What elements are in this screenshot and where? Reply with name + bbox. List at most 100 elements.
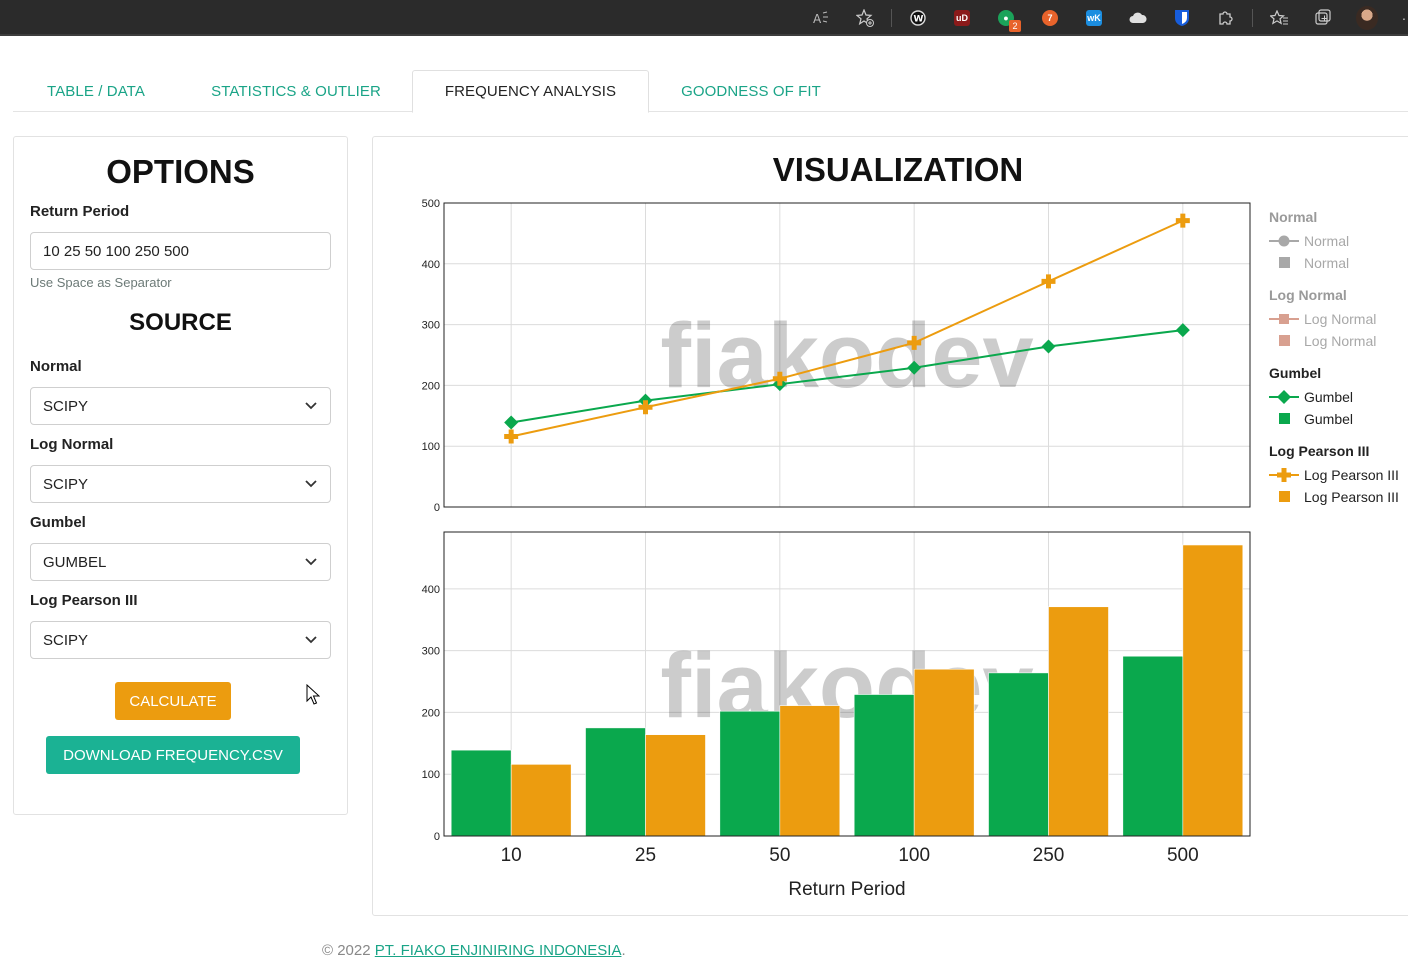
bar-gumbel: [988, 672, 1049, 837]
line-chart-y-tick-label: 500: [422, 198, 440, 210]
legend-item-line[interactable]: Normal: [1269, 232, 1349, 250]
chevron-down-icon: [304, 633, 318, 647]
legend-bar-symbol: [1269, 410, 1299, 428]
legend-line-symbol: [1269, 466, 1299, 484]
read-aloud-icon[interactable]: A: [810, 7, 832, 29]
tab-bar: TABLE / DATA STATISTICS & OUTLIER FREQUE…: [13, 70, 1408, 113]
x-axis-label: Return Period: [788, 879, 905, 900]
source-title: SOURCE: [129, 309, 232, 336]
chevron-down-icon: [304, 555, 318, 569]
footer-suffix: .: [621, 942, 626, 959]
legend-bar-symbol: [1269, 488, 1299, 506]
cloud-icon[interactable]: [1127, 7, 1149, 29]
download-frequency-button[interactable]: DOWNLOAD FREQUENCY.CSV: [46, 736, 300, 774]
bar-log-pearson-iii: [913, 668, 975, 837]
tab-goodness-of-fit[interactable]: GOODNESS OF FIT: [665, 70, 837, 112]
line-marker-gumbel: [1041, 339, 1056, 354]
legend-item-line[interactable]: Gumbel: [1269, 388, 1353, 406]
collections-icon[interactable]: [1312, 7, 1334, 29]
return-period-value: 10 25 50 100 250 500: [43, 242, 189, 260]
profile-avatar[interactable]: [1356, 6, 1378, 30]
bar-gumbel: [585, 727, 646, 837]
extensions-puzzle-icon[interactable]: [1215, 7, 1237, 29]
bar-log-pearson-iii: [1182, 544, 1244, 837]
browser-icons: A W uD ● 2 7 wK ·: [799, 0, 1408, 36]
normal-source-select[interactable]: SCIPY: [30, 387, 331, 425]
line-marker-log-pearson-iii: [1175, 213, 1190, 228]
legend-bar-symbol: [1269, 254, 1299, 272]
tab-statistics-outlier[interactable]: STATISTICS & OUTLIER: [193, 70, 399, 112]
extension-w-icon[interactable]: W: [907, 7, 929, 29]
legend-item-bar[interactable]: Log Pearson III: [1269, 488, 1399, 506]
legend-item-line[interactable]: Log Normal: [1269, 310, 1376, 328]
legend-label: Log Normal: [1304, 333, 1377, 349]
logpearson-source-select[interactable]: SCIPY: [30, 621, 331, 659]
tab-frequency-analysis[interactable]: FREQUENCY ANALYSIS: [412, 70, 649, 113]
bitwarden-icon[interactable]: [1171, 7, 1193, 29]
chevron-down-icon: [304, 399, 318, 413]
legend-item-line[interactable]: Log Pearson III: [1269, 466, 1399, 484]
x-tick-label: 500: [1167, 845, 1199, 866]
legend-group-title: Log Pearson III: [1269, 443, 1370, 459]
extension-orange-icon[interactable]: 7: [1039, 7, 1061, 29]
return-period-hint: Use Space as Separator: [30, 275, 172, 290]
line-chart-y-tick-label: 100: [422, 441, 440, 453]
bar-gumbel: [450, 749, 512, 837]
bar-log-pearson-iii: [510, 764, 572, 837]
bar-log-pearson-iii: [645, 734, 706, 837]
bar-chart-y-tick-label: 300: [422, 646, 440, 658]
legend-label: Gumbel: [1304, 389, 1354, 405]
options-panel: OPTIONS Return Period 10 25 50 100 250 5…: [13, 136, 348, 815]
normal-source-value: SCIPY: [43, 397, 89, 415]
browser-toolbar: A W uD ● 2 7 wK ·: [0, 0, 1408, 36]
bar-chart-y-tick-label: 0: [434, 831, 440, 843]
return-period-input[interactable]: 10 25 50 100 250 500: [30, 232, 331, 270]
extension-green-icon[interactable]: ● 2: [995, 7, 1021, 32]
line-chart-y-tick-label: 300: [422, 320, 440, 332]
bar-chart-y-tick-label: 400: [422, 584, 440, 596]
extension-blue-icon[interactable]: wK: [1083, 7, 1105, 29]
normal-source-label: Normal: [30, 358, 82, 375]
line-marker-log-pearson-iii: [1041, 274, 1056, 289]
logpearson-source-value: SCIPY: [43, 631, 89, 649]
legend-item-bar[interactable]: Log Normal: [1269, 332, 1376, 350]
lognormal-source-label: Log Normal: [30, 436, 114, 453]
footer-company-link[interactable]: PT. FIAKO ENJINIRING INDONESIA: [375, 942, 622, 959]
lognormal-source-value: SCIPY: [43, 475, 89, 493]
mouse-cursor-icon: [306, 684, 320, 705]
legend-label: Log Pearson III: [1304, 467, 1399, 483]
gumbel-source-select[interactable]: GUMBEL: [30, 543, 331, 581]
calculate-button[interactable]: CALCULATE: [115, 682, 231, 720]
line-chart-y-tick-label: 200: [422, 380, 440, 392]
line-chart-y-tick-label: 0: [434, 502, 440, 514]
gumbel-source-label: Gumbel: [30, 514, 86, 531]
frequency-charts: 0100200300400500fiakodev0100200300400fia…: [422, 198, 1251, 900]
legend-bar-symbol: [1269, 332, 1299, 350]
options-title: OPTIONS: [106, 153, 255, 190]
legend-label: Normal: [1304, 255, 1350, 271]
legend-label: Log Pearson III: [1304, 489, 1399, 505]
toolbar-separator: [1252, 9, 1253, 27]
tab-table-data[interactable]: TABLE / DATA: [13, 70, 179, 112]
x-tick-label: 100: [898, 845, 930, 866]
favorites-icon[interactable]: [1268, 7, 1290, 29]
x-tick-label: 50: [769, 845, 790, 866]
more-menu-icon[interactable]: ·: [1400, 7, 1408, 29]
bar-chart-y-tick-label: 200: [422, 707, 440, 719]
legend-line-symbol: [1269, 310, 1299, 328]
x-tick-label: 10: [501, 845, 522, 866]
lognormal-source-select[interactable]: SCIPY: [30, 465, 331, 503]
logpearson-source-label: Log Pearson III: [30, 592, 138, 609]
chevron-down-icon: [304, 477, 318, 491]
favorite-add-icon[interactable]: [854, 7, 876, 29]
line-marker-gumbel: [504, 415, 519, 430]
legend-group-title: Log Normal: [1269, 287, 1347, 303]
legend-item-bar[interactable]: Gumbel: [1269, 410, 1353, 428]
toolbar-separator: [891, 9, 892, 27]
ublock-icon[interactable]: uD: [951, 7, 973, 29]
line-marker-gumbel: [1175, 323, 1190, 338]
line-chart-y-tick-label: 400: [422, 259, 440, 271]
legend-group-title: Normal: [1269, 209, 1318, 225]
legend-item-bar[interactable]: Normal: [1269, 254, 1349, 272]
visualization-panel: VISUALIZATION 0 100 200 300 400 500 fiakodev 0 1…: [372, 136, 1408, 916]
